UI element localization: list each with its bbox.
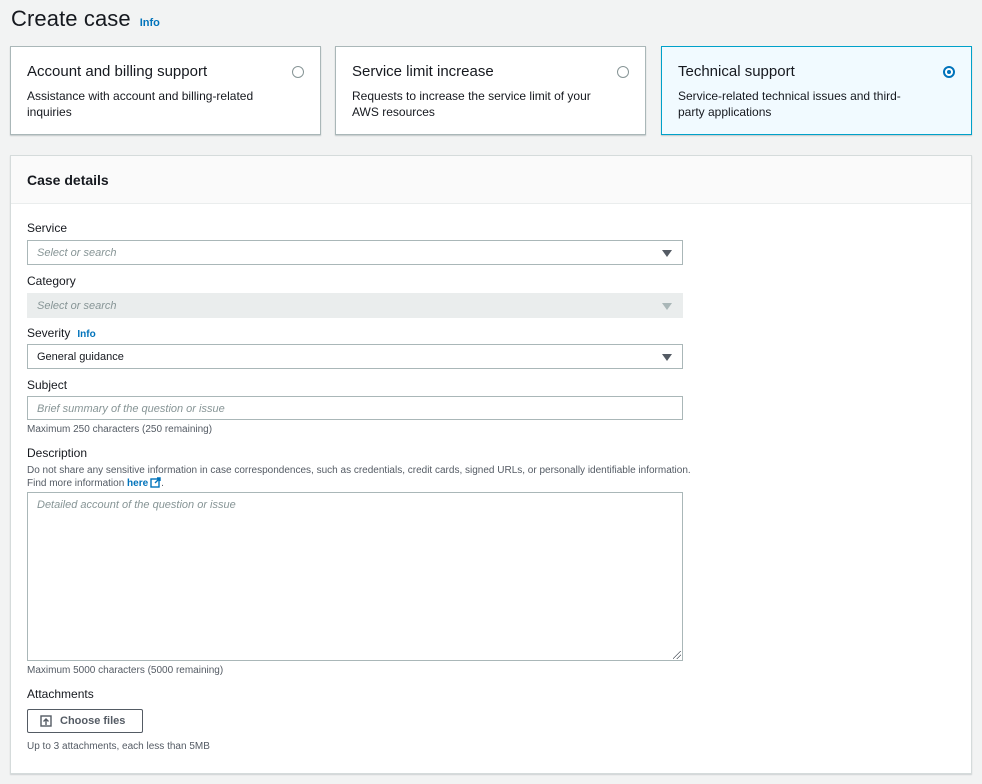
service-placeholder: Select or search [37,247,117,259]
severity-value: General guidance [37,351,124,363]
service-label: Service [27,221,68,235]
caret-down-icon [662,303,672,310]
tile-title: Technical support [678,63,795,80]
tile-description: Assistance with account and billing-rela… [27,89,254,119]
choose-files-button[interactable]: Choose files [27,709,143,733]
description-note: Do not share any sensitive information i… [27,464,707,490]
upload-icon [40,715,52,727]
description-note-prefix: Find more information [27,478,125,489]
severity-select[interactable]: General guidance [27,344,683,369]
radio-technical-support[interactable] [943,66,955,78]
subject-input[interactable]: Brief summary of the question or issue [27,396,683,420]
tile-technical-support[interactable]: Technical support Service-related techni… [661,46,972,135]
service-select[interactable]: Select or search [27,240,683,265]
description-hint: Maximum 5000 characters (5000 remaining) [27,665,224,676]
panel-title: Case details [27,172,109,188]
severity-label: Severity Info [27,326,96,340]
description-textarea[interactable]: Detailed account of the question or issu… [27,492,683,661]
description-note-line2: Find more information here. [27,477,707,490]
resize-handle[interactable] [673,651,681,659]
external-link-icon [150,477,161,488]
choose-files-label: Choose files [60,715,126,727]
severity-info-link[interactable]: Info [77,329,95,340]
radio-service-limit[interactable] [617,66,629,78]
page-header: Create case Info [11,6,160,32]
here-link[interactable]: here [127,477,161,489]
subject-hint: Maximum 250 characters (250 remaining) [27,424,213,435]
tile-service-limit[interactable]: Service limit increase Requests to incre… [335,46,646,135]
description-note-line1: Do not share any sensitive information i… [27,465,691,476]
case-type-tiles: Account and billing support Assistance w… [10,46,972,135]
severity-label-text: Severity [27,326,71,340]
category-placeholder: Select or search [37,300,117,312]
header-info-link[interactable]: Info [140,17,160,29]
radio-account-billing[interactable] [292,66,304,78]
description-note-suffix: . [161,478,164,489]
tile-description: Service-related technical issues and thi… [678,89,901,119]
here-link-text: here [127,478,149,489]
caret-down-icon [662,250,672,257]
tile-title: Service limit increase [352,63,494,80]
tile-title: Account and billing support [27,63,208,80]
caret-down-icon [662,354,672,361]
category-select: Select or search [27,293,683,318]
tile-description: Requests to increase the service limit o… [352,89,591,119]
subject-placeholder: Brief summary of the question or issue [37,403,225,415]
page-title: Create case [11,6,131,31]
category-label: Category [27,274,76,288]
description-label: Description [27,446,88,460]
tile-account-billing[interactable]: Account and billing support Assistance w… [10,46,321,135]
panel-header: Case details [11,156,971,204]
attachments-hint: Up to 3 attachments, each less than 5MB [27,741,210,752]
subject-label: Subject [27,378,68,392]
case-details-panel: Case details Service Select or search Ca… [10,155,972,774]
attachments-label: Attachments [27,687,94,701]
description-placeholder: Detailed account of the question or issu… [37,499,236,511]
